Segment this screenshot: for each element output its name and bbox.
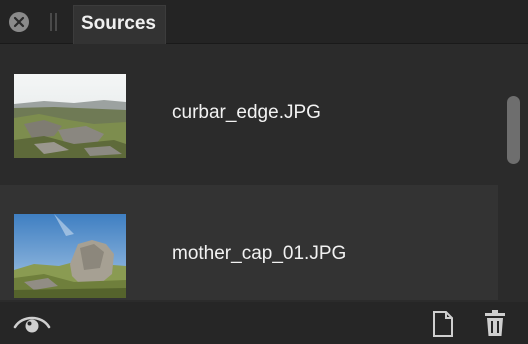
source-thumbnail [14, 74, 126, 158]
source-item-selected[interactable]: mother_cap_01.JPG [0, 185, 498, 300]
panel-header: Sources [0, 0, 528, 44]
close-icon [13, 16, 25, 28]
scrollbar[interactable] [507, 96, 520, 164]
close-panel-button[interactable] [9, 12, 29, 32]
tab-sources[interactable]: Sources [73, 5, 166, 44]
source-item[interactable]: curbar_edge.JPG [0, 44, 498, 159]
source-filename: curbar_edge.JPG [172, 102, 321, 123]
sources-list: curbar_edge.JPG mother_cap_01.JPG [0, 44, 528, 302]
source-filename: mother_cap_01.JPG [172, 243, 347, 264]
source-thumbnail [14, 214, 126, 298]
panel-toolbar [0, 302, 528, 344]
drag-handle[interactable] [50, 13, 58, 31]
eye-icon[interactable] [12, 311, 52, 337]
tab-label: Sources [81, 13, 156, 34]
new-document-icon[interactable] [430, 310, 456, 338]
trash-icon[interactable] [482, 308, 508, 338]
